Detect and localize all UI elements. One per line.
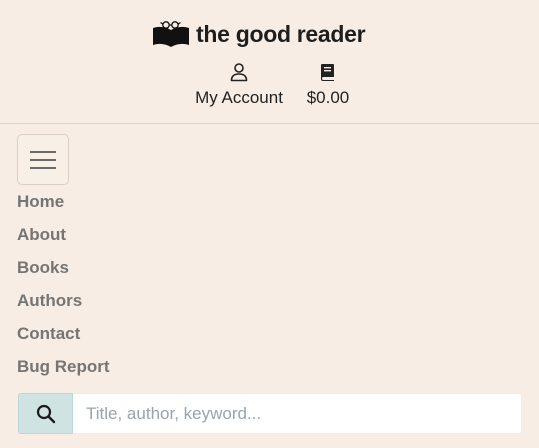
menu-toggle-button[interactable] [17, 134, 69, 185]
search-icon [36, 404, 55, 423]
cart-link[interactable]: $0.00 [300, 62, 356, 108]
site-header: the good reader My Account $0.00 [0, 0, 539, 124]
logo-text: the good reader [196, 20, 366, 47]
nav-item-about[interactable]: About [17, 222, 110, 255]
search-bar [18, 393, 522, 434]
nav-item-home[interactable]: Home [17, 189, 110, 222]
my-account-label: My Account [195, 88, 283, 107]
cart-total: $0.00 [306, 88, 350, 107]
my-account-link[interactable]: My Account [189, 62, 289, 108]
nav-item-bug-report[interactable]: Bug Report [17, 354, 110, 387]
search-input[interactable] [73, 393, 522, 434]
site-logo[interactable]: the good reader [152, 18, 366, 50]
nav-item-authors[interactable]: Authors [17, 288, 110, 321]
book-icon [321, 64, 334, 81]
main-nav: Home About Books Authors Contact Bug Rep… [17, 189, 110, 387]
hamburger-menu-icon [30, 150, 56, 169]
user-icon [230, 63, 248, 82]
open-book-with-glasses-icon [153, 21, 189, 47]
search-button[interactable] [18, 393, 73, 434]
nav-item-contact[interactable]: Contact [17, 321, 110, 354]
nav-item-books[interactable]: Books [17, 255, 110, 288]
